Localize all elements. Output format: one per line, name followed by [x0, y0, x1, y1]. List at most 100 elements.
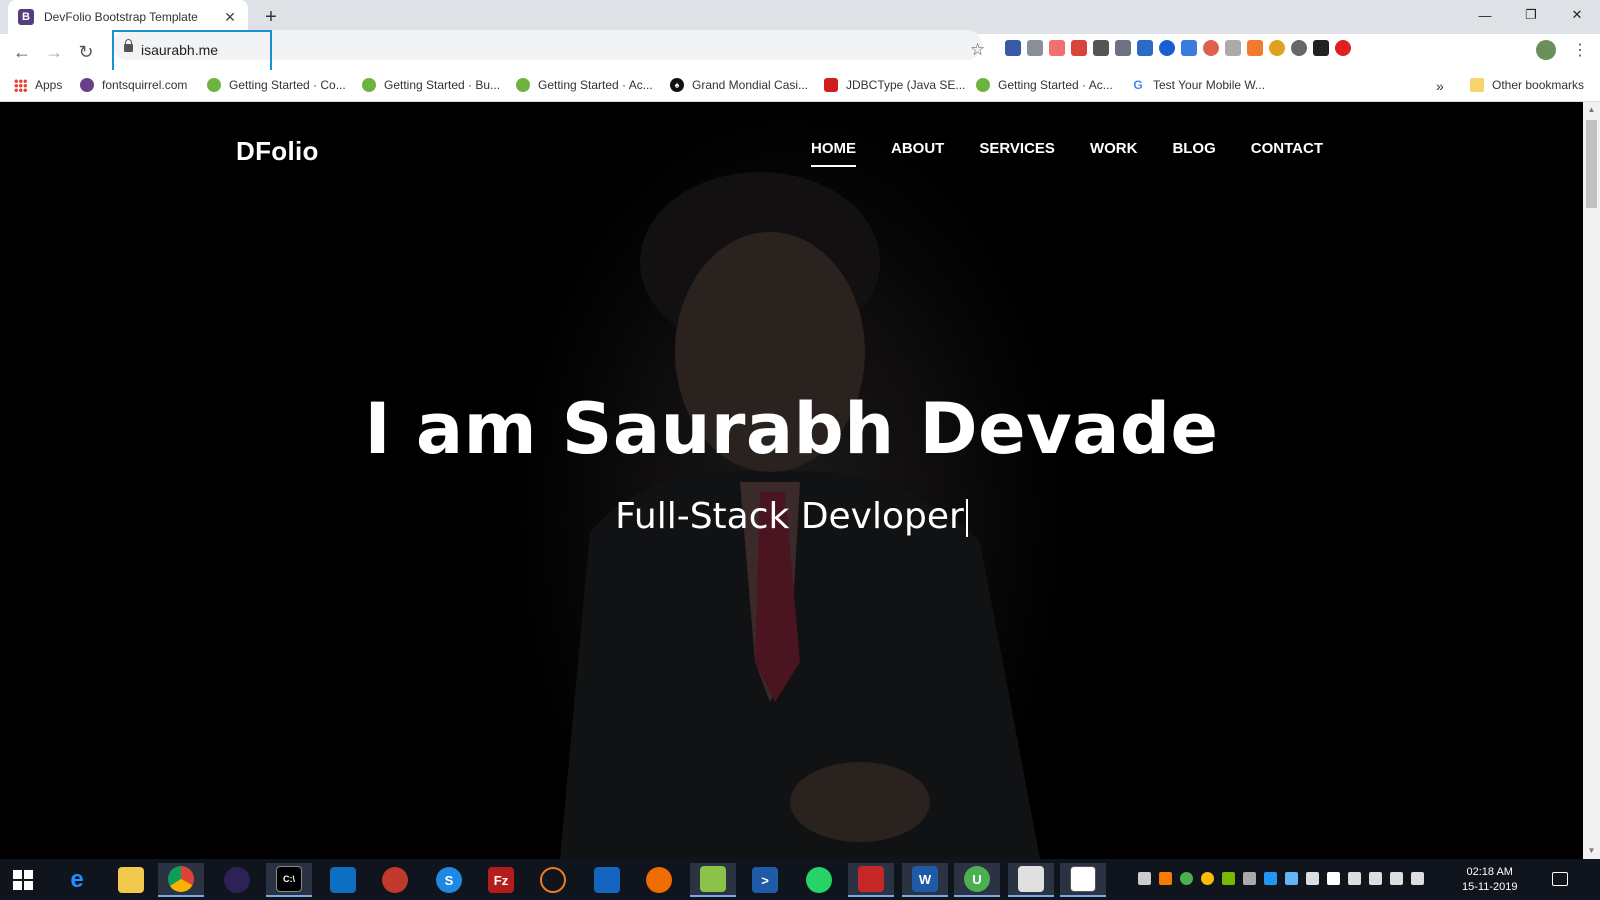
bookmark-apps[interactable]: Apps	[14, 78, 62, 92]
extension-icon[interactable]	[1203, 40, 1219, 56]
back-button[interactable]: ←	[10, 40, 34, 64]
utorrent-taskbar-icon[interactable]: U	[954, 863, 1000, 897]
extension-icon[interactable]	[1247, 40, 1263, 56]
eclipse-taskbar-icon[interactable]	[214, 863, 260, 897]
tab-close-icon[interactable]: ✕	[222, 9, 238, 26]
bookmark-item[interactable]: G Test Your Mobile W...	[1131, 78, 1265, 92]
word-taskbar-icon[interactable]: W	[902, 863, 948, 897]
google-icon: G	[1131, 78, 1145, 92]
start-button[interactable]	[0, 863, 46, 897]
nav-blog[interactable]: BLOG	[1172, 140, 1215, 167]
wifi-icon[interactable]	[1369, 872, 1382, 885]
close-window-button[interactable]: ✕	[1554, 0, 1600, 30]
editor-taskbar-icon[interactable]	[690, 863, 736, 897]
app-taskbar-icon[interactable]	[372, 863, 418, 897]
keyboard-icon[interactable]	[1411, 872, 1424, 885]
bookmark-star-icon[interactable]: ☆	[970, 40, 985, 60]
browser-tab[interactable]: B DevFolio Bootstrap Template ✕	[8, 0, 248, 34]
scroll-up-icon[interactable]: ▲	[1583, 102, 1600, 118]
extension-icon[interactable]	[1049, 40, 1065, 56]
bookmark-item[interactable]: Getting Started · Ac...	[516, 78, 653, 92]
postman-taskbar-icon[interactable]	[636, 863, 682, 897]
docker-icon[interactable]	[1138, 872, 1151, 885]
bookmark-item[interactable]: Getting Started · Ac...	[976, 78, 1113, 92]
bookmark-item[interactable]: Getting Started · Co...	[207, 78, 346, 92]
bookmarks-overflow-button[interactable]: »	[1436, 78, 1444, 94]
search-extension-icon[interactable]	[1159, 40, 1175, 56]
terminal-taskbar-icon[interactable]: C:\	[266, 863, 312, 897]
whatsapp-taskbar-icon[interactable]	[796, 863, 842, 897]
minimize-button[interactable]: —	[1462, 0, 1508, 30]
new-tab-button[interactable]: +	[260, 6, 282, 28]
filezilla-taskbar-icon[interactable]: Fz	[478, 863, 524, 897]
browser-menu-icon[interactable]: ⋮	[1572, 40, 1588, 60]
display-icon[interactable]	[1306, 872, 1319, 885]
tray-app-icon[interactable]	[1243, 872, 1256, 885]
utorrent-tray-icon[interactable]	[1180, 872, 1193, 885]
java-icon	[824, 78, 838, 92]
forward-button[interactable]: →	[42, 40, 66, 64]
restore-button[interactable]: ❐	[1508, 0, 1554, 30]
app-taskbar-icon[interactable]	[530, 863, 576, 897]
chrome-taskbar-icon[interactable]	[158, 863, 204, 897]
scroll-down-icon[interactable]: ▼	[1583, 843, 1600, 859]
system-clock[interactable]: 02:18 AM 15-11-2019	[1462, 865, 1517, 895]
hero-title: I am Saurabh Devade	[364, 388, 1219, 470]
scroll-thumb[interactable]	[1586, 120, 1597, 208]
bookmark-item[interactable]: Getting Started · Bu...	[362, 78, 500, 92]
security-icon[interactable]	[1327, 872, 1340, 885]
reload-button[interactable]: ↻	[74, 40, 98, 64]
bookmark-label: Getting Started · Ac...	[998, 78, 1113, 92]
bookmark-label: Getting Started · Ac...	[538, 78, 653, 92]
nav-services[interactable]: SERVICES	[979, 140, 1055, 167]
chrome-tray-icon[interactable]	[1201, 872, 1214, 885]
battery-icon[interactable]	[1348, 872, 1361, 885]
extension-icon[interactable]	[1313, 40, 1329, 56]
notification-center-icon[interactable]	[1552, 872, 1568, 886]
chart-extension-icon[interactable]	[1137, 40, 1153, 56]
extension-icon[interactable]	[1005, 40, 1021, 56]
network-tool-taskbar-icon[interactable]	[584, 863, 630, 897]
powershell-taskbar-icon[interactable]: >	[742, 863, 788, 897]
bookmarks-bar: Apps fontsquirrel.com Getting Started · …	[0, 70, 1600, 102]
extension-icon[interactable]	[1269, 40, 1285, 56]
nav-home[interactable]: HOME	[811, 140, 857, 167]
tab-title: DevFolio Bootstrap Template	[44, 10, 198, 24]
angular-icon[interactable]	[1071, 40, 1087, 56]
page-scrollbar[interactable]: ▲ ▼	[1583, 102, 1600, 859]
extension-icon[interactable]	[1115, 40, 1131, 56]
vscode-taskbar-icon[interactable]	[320, 863, 366, 897]
bookmark-label: fontsquirrel.com	[102, 78, 188, 92]
site-brand-logo[interactable]: DFolio	[236, 136, 319, 167]
other-bookmarks[interactable]: Other bookmarks	[1470, 78, 1584, 92]
bookmark-label: Test Your Mobile W...	[1153, 78, 1266, 92]
nav-contact[interactable]: CONTACT	[1251, 140, 1323, 167]
clock-time: 02:18 AM	[1466, 866, 1513, 878]
edge-taskbar-icon[interactable]: e	[54, 863, 100, 897]
volume-icon[interactable]	[1390, 872, 1403, 885]
acrobat-taskbar-icon[interactable]	[848, 863, 894, 897]
extension-icon[interactable]	[1225, 40, 1241, 56]
bookmark-item[interactable]: ♠ Grand Mondial Casi...	[670, 78, 808, 92]
spring-icon	[207, 78, 221, 92]
bookmark-item[interactable]: JDBCType (Java SE...	[824, 78, 965, 92]
simplenote-taskbar-icon[interactable]: S	[426, 863, 472, 897]
tray-app-icon[interactable]	[1285, 872, 1298, 885]
profile-avatar[interactable]	[1536, 40, 1556, 60]
extension-icon[interactable]	[1291, 40, 1307, 56]
nvidia-icon[interactable]	[1222, 872, 1235, 885]
extension-icon[interactable]	[1093, 40, 1109, 56]
extension-icon[interactable]	[1181, 40, 1197, 56]
bookmark-label: Grand Mondial Casi...	[692, 78, 809, 92]
bookmark-item[interactable]: fontsquirrel.com	[80, 78, 187, 92]
photos-taskbar-icon[interactable]	[1060, 863, 1106, 897]
hero-subtitle-wrapper: Full-Stack Devloper	[0, 496, 1583, 537]
nav-work[interactable]: WORK	[1090, 140, 1138, 167]
tray-app-icon[interactable]	[1159, 872, 1172, 885]
paint-taskbar-icon[interactable]	[1008, 863, 1054, 897]
nav-about[interactable]: ABOUT	[891, 140, 944, 167]
extension-icon[interactable]	[1027, 40, 1043, 56]
bluetooth-icon[interactable]	[1264, 872, 1277, 885]
file-explorer-taskbar-icon[interactable]	[108, 863, 154, 897]
extension-icon[interactable]	[1335, 40, 1351, 56]
